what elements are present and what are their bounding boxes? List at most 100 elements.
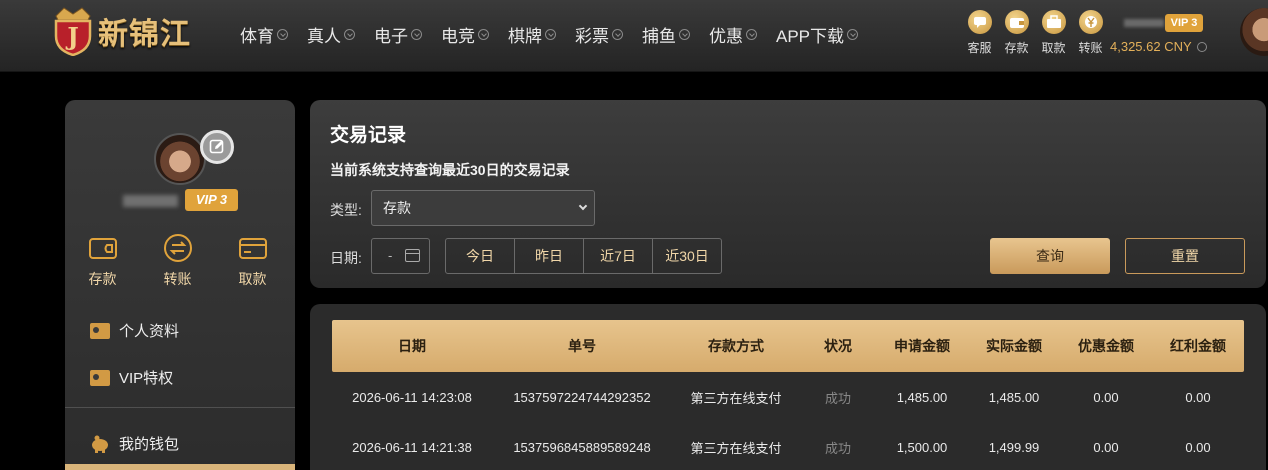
logo[interactable]: J 新锦江 bbox=[50, 6, 191, 57]
id-card-icon bbox=[90, 369, 110, 386]
nav-label: 体育 bbox=[240, 27, 274, 46]
quick-withdraw[interactable]: 取款 bbox=[1035, 10, 1072, 56]
sidebar-item-profile[interactable]: 个人资料 bbox=[90, 320, 179, 341]
vip-level-badge: VIP 3 bbox=[185, 189, 238, 211]
cell-bonus-amount: 0.00 bbox=[1185, 439, 1211, 455]
query-button[interactable]: 查询 bbox=[990, 238, 1110, 274]
sidebar-transfer-button[interactable]: 转账 bbox=[140, 233, 215, 289]
column-header: 状况 bbox=[824, 338, 852, 354]
chevron-down-icon bbox=[478, 29, 489, 40]
edit-icon bbox=[209, 139, 224, 154]
cell-status: 成功 bbox=[824, 390, 851, 406]
sidebar-withdraw-button[interactable]: 取款 bbox=[215, 233, 290, 289]
nav-item-app-download[interactable]: APP下载 bbox=[776, 22, 859, 47]
cell-actual-amount: 1,499.99 bbox=[988, 439, 1040, 455]
cell-requested-amount: 1,485.00 bbox=[896, 389, 948, 405]
cell-date: 2026-06-11 14:21:38 bbox=[352, 439, 472, 455]
cell-method: 第三方在线支付 bbox=[690, 390, 782, 406]
sidebar-withdraw-label: 取款 bbox=[238, 271, 267, 287]
nav-label: 优惠 bbox=[709, 27, 743, 46]
type-label: 类型: bbox=[330, 202, 362, 218]
vip-level-badge: VIP 3 bbox=[1165, 14, 1203, 32]
quick-transfer[interactable]: 转账 bbox=[1072, 10, 1109, 56]
nav-label: 电竞 bbox=[441, 27, 475, 46]
column-header: 红利金额 bbox=[1170, 338, 1226, 354]
nav-label: 棋牌 bbox=[508, 27, 542, 46]
page-subtitle: 当前系统支持查询最近30日的交易记录 bbox=[330, 162, 570, 178]
sidebar-deposit-button[interactable]: 存款 bbox=[65, 233, 140, 289]
quick-support[interactable]: 客服 bbox=[961, 10, 998, 56]
column-header: 申请金额 bbox=[894, 338, 950, 354]
refresh-icon[interactable] bbox=[1197, 42, 1208, 52]
main-nav: 体育 真人 电子 电竞 棋牌 彩票 捕鱼 优惠 APP下载 bbox=[240, 22, 877, 47]
balance: 4,325.62 CNY bbox=[1110, 39, 1208, 54]
chevron-down-icon bbox=[612, 29, 623, 40]
nav-label: 真人 bbox=[307, 27, 341, 46]
nav-item-cards[interactable]: 棋牌 bbox=[508, 22, 556, 47]
reset-button[interactable]: 重置 bbox=[1125, 238, 1245, 274]
avatar[interactable] bbox=[1240, 8, 1268, 56]
table-row: 2026-06-11 14:21:38 1537596845889589248 … bbox=[332, 422, 1244, 470]
nav-item-live-casino[interactable]: 真人 bbox=[307, 22, 355, 47]
column-header: 日期 bbox=[398, 338, 426, 354]
nav-label: 电子 bbox=[374, 27, 408, 46]
wallet-icon bbox=[1004, 10, 1029, 34]
cell-order-id: 1537597224744292352 bbox=[513, 389, 651, 405]
column-header: 单号 bbox=[568, 338, 596, 354]
quick-deposit[interactable]: 存款 bbox=[998, 10, 1035, 56]
quick-withdraw-label: 取款 bbox=[1041, 41, 1066, 55]
nav-label: 捕鱼 bbox=[642, 27, 676, 46]
balance-value: 4,325.62 CNY bbox=[1110, 39, 1192, 54]
nav-label: 彩票 bbox=[575, 27, 609, 46]
range-yesterday-button[interactable]: 昨日 bbox=[514, 238, 584, 274]
cell-promo-amount: 0.00 bbox=[1093, 439, 1119, 455]
records-filter-panel: 交易记录 当前系统支持查询最近30日的交易记录 类型: 存款 日期: - 今日 … bbox=[310, 100, 1266, 288]
range-30days-button[interactable]: 近30日 bbox=[652, 238, 722, 274]
edit-profile-button[interactable] bbox=[200, 130, 234, 164]
nav-item-fishing[interactable]: 捕鱼 bbox=[642, 22, 690, 47]
chevron-down-icon bbox=[847, 29, 859, 40]
sidebar-item-vip[interactable]: VIP特权 bbox=[90, 367, 173, 388]
chevron-down-icon bbox=[679, 29, 690, 40]
range-7days-button[interactable]: 近7日 bbox=[583, 238, 653, 274]
range-today-button[interactable]: 今日 bbox=[445, 238, 515, 274]
wallet-icon bbox=[88, 238, 117, 259]
sidebar-item-wallet[interactable]: 我的钱包 bbox=[90, 433, 179, 454]
cell-status: 成功 bbox=[824, 440, 851, 456]
sidebar-deposit-label: 存款 bbox=[88, 271, 117, 287]
sidebar-active-item[interactable] bbox=[65, 464, 295, 470]
cell-order-id: 1537596845889589248 bbox=[513, 439, 651, 455]
page-title: 交易记录 bbox=[330, 125, 407, 146]
cell-date: 2026-06-11 14:23:08 bbox=[352, 389, 472, 405]
nav-item-slots[interactable]: 电子 bbox=[374, 22, 422, 47]
quick-transfer-label: 转账 bbox=[1078, 41, 1103, 55]
logo-text: 新锦江 bbox=[98, 17, 191, 52]
sidebar-divider bbox=[65, 407, 295, 408]
column-header: 实际金额 bbox=[986, 338, 1042, 354]
cell-promo-amount: 0.00 bbox=[1093, 389, 1119, 405]
date-range-input[interactable]: - bbox=[371, 238, 430, 274]
nav-label: APP下载 bbox=[776, 27, 845, 46]
sidebar: VIP 3 存款 转账 取款 个人资料 VIP特权 我的钱包 bbox=[65, 100, 295, 470]
chevron-down-icon bbox=[746, 29, 757, 40]
chat-icon bbox=[967, 10, 992, 34]
cell-requested-amount: 1,500.00 bbox=[896, 439, 948, 455]
nav-item-promotions[interactable]: 优惠 bbox=[709, 22, 757, 47]
sidebar-item-label: VIP特权 bbox=[119, 370, 174, 387]
chevron-down-icon bbox=[411, 29, 422, 40]
nav-item-lottery[interactable]: 彩票 bbox=[575, 22, 623, 47]
avatar bbox=[154, 133, 206, 185]
chevron-down-icon bbox=[578, 201, 588, 211]
type-select[interactable]: 存款 bbox=[371, 190, 595, 226]
sidebar-transfer-label: 转账 bbox=[163, 271, 192, 287]
sidebar-item-label: 个人资料 bbox=[119, 323, 180, 340]
records-table: 日期 单号 存款方式 状况 申请金额 实际金额 优惠金额 红利金额 2026-0… bbox=[332, 320, 1244, 470]
date-label: 日期: bbox=[330, 250, 362, 266]
briefcase-icon bbox=[1041, 10, 1066, 34]
table-header: 日期 单号 存款方式 状况 申请金额 实际金额 优惠金额 红利金额 bbox=[332, 320, 1244, 372]
transfer-icon bbox=[163, 234, 192, 262]
nav-item-sports[interactable]: 体育 bbox=[240, 22, 288, 47]
nav-item-esports[interactable]: 电竞 bbox=[441, 22, 489, 47]
chevron-down-icon bbox=[277, 29, 288, 40]
card-icon bbox=[238, 238, 267, 259]
